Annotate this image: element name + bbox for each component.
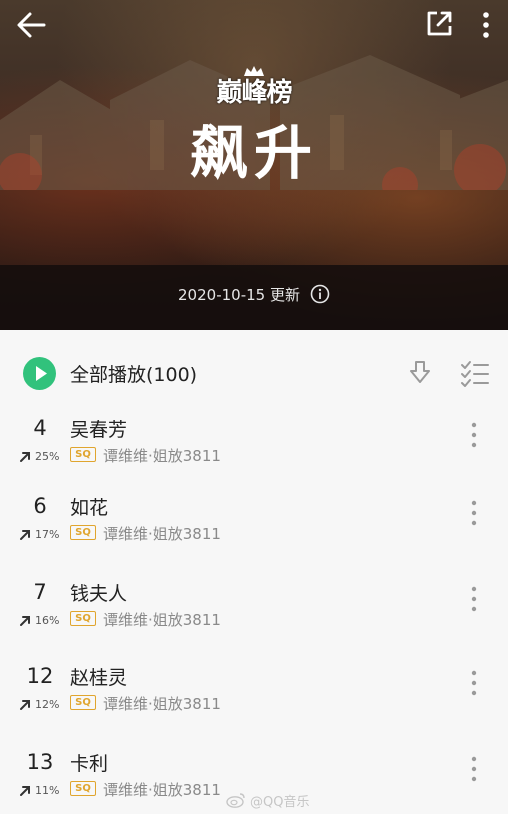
sq-quality-badge: SQ <box>70 611 96 626</box>
song-rank: 7 <box>33 580 47 604</box>
song-title: 赵桂灵 <box>70 667 128 689</box>
trend-percent: 16% <box>35 613 60 627</box>
sq-quality-badge: SQ <box>70 695 96 710</box>
trend-indicator: 12% <box>18 696 59 712</box>
update-date: 2020-10-15 更新 <box>178 285 300 304</box>
weibo-icon <box>226 793 245 808</box>
share-icon[interactable] <box>424 9 454 39</box>
song-list-panel: 全部播放(100) 4 25% 吴春芳 SQ 谭维维·姐放3811 6 17% <box>0 330 508 814</box>
play-all-row: 全部播放(100) <box>0 348 508 398</box>
play-icon <box>36 366 47 381</box>
song-row[interactable]: 6 17% 如花 SQ 谭维维·姐放3811 <box>0 484 508 560</box>
song-row[interactable]: 7 16% 钱夫人 SQ 谭维维·姐放3811 <box>0 570 508 646</box>
trend-up-icon <box>20 616 30 626</box>
sq-quality-badge: SQ <box>70 525 96 540</box>
trend-indicator: 25% <box>18 448 59 464</box>
song-more-icon[interactable] <box>464 498 484 528</box>
weibo-watermark: @QQ音乐 <box>226 790 309 810</box>
song-rank: 4 <box>33 416 47 440</box>
sq-quality-badge: SQ <box>70 447 96 462</box>
trend-up-icon <box>20 700 30 710</box>
song-title: 卡利 <box>70 753 109 775</box>
song-row[interactable]: 12 12% 赵桂灵 SQ 谭维维·姐放3811 <box>0 654 508 730</box>
song-artist-album: 谭维维·姐放3811 <box>103 695 221 713</box>
song-artist-album: 谭维维·姐放3811 <box>103 781 221 799</box>
chart-logo: 巅峰榜 <box>216 78 292 108</box>
download-icon[interactable] <box>406 359 434 387</box>
song-rank: 13 <box>26 750 54 774</box>
trend-indicator: 11% <box>18 782 59 798</box>
more-vertical-icon[interactable] <box>476 10 496 40</box>
trend-percent: 12% <box>35 697 60 711</box>
trend-up-icon <box>20 452 30 462</box>
trend-percent: 25% <box>35 449 60 463</box>
song-more-icon[interactable] <box>464 668 484 698</box>
song-more-icon[interactable] <box>464 420 484 450</box>
song-rank: 12 <box>26 664 54 688</box>
trend-percent: 11% <box>35 783 60 797</box>
song-more-icon[interactable] <box>464 754 484 784</box>
song-artist-album: 谭维维·姐放3811 <box>103 525 221 543</box>
info-icon[interactable] <box>310 284 330 304</box>
watermark-text: @QQ音乐 <box>250 794 310 810</box>
song-title: 如花 <box>70 497 109 519</box>
song-title: 钱夫人 <box>70 583 128 605</box>
song-row[interactable]: 4 25% 吴春芳 SQ 谭维维·姐放3811 <box>0 406 508 482</box>
trend-up-icon <box>20 786 30 796</box>
play-all-label[interactable]: 全部播放(100) <box>70 360 197 387</box>
multiselect-icon[interactable] <box>460 359 490 387</box>
trend-indicator: 16% <box>18 612 59 628</box>
chart-header: 巅峰榜 飙升 2020-10-15 更新 <box>0 0 508 330</box>
song-artist-album: 谭维维·姐放3811 <box>103 447 221 465</box>
trend-indicator: 17% <box>18 526 59 542</box>
trend-percent: 17% <box>35 527 60 541</box>
back-arrow-icon[interactable] <box>14 8 50 42</box>
play-all-button[interactable] <box>23 357 56 390</box>
chart-title: 飙升 <box>189 119 318 187</box>
song-artist-album: 谭维维·姐放3811 <box>103 611 221 629</box>
song-title: 吴春芳 <box>70 419 128 441</box>
trend-up-icon <box>20 530 30 540</box>
update-info: 2020-10-15 更新 <box>0 281 508 307</box>
song-more-icon[interactable] <box>464 584 484 614</box>
song-rank: 6 <box>33 494 47 518</box>
sq-quality-badge: SQ <box>70 781 96 796</box>
